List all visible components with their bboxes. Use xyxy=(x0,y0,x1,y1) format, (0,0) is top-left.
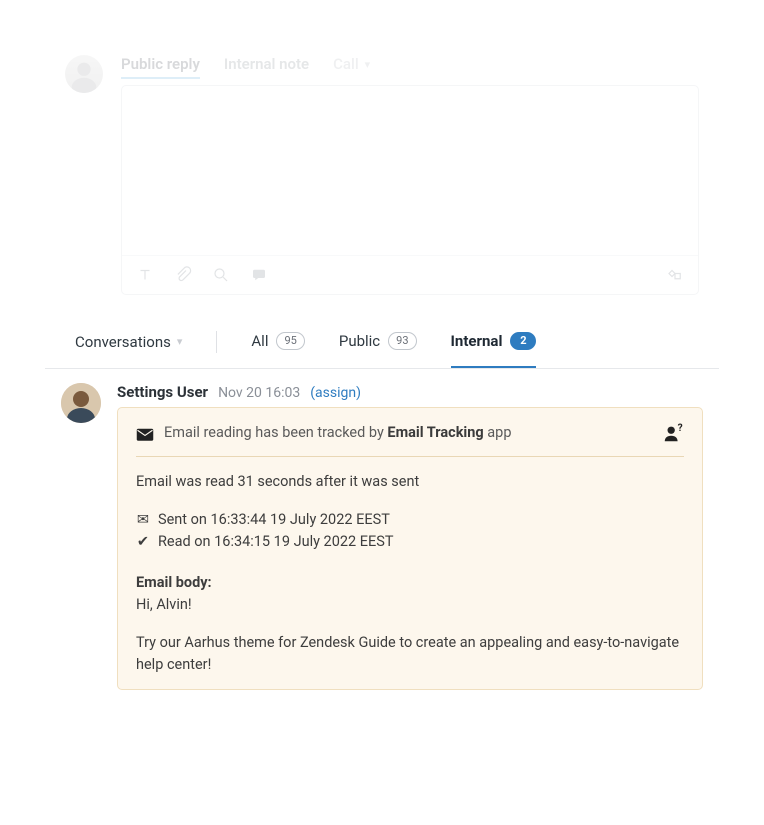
email-body-greeting: Hi, Alvin! xyxy=(136,594,684,616)
email-body-label: Email body: xyxy=(136,572,684,594)
internal-note: Email reading has been tracked by Email … xyxy=(117,407,703,690)
user-name: Settings User xyxy=(117,383,208,401)
apps-icon[interactable] xyxy=(666,266,684,284)
message-avatar xyxy=(61,383,101,423)
count-badge: 2 xyxy=(510,332,536,350)
search-icon[interactable] xyxy=(212,266,230,284)
attachment-icon[interactable] xyxy=(174,266,192,284)
tracking-text: Email reading has been tracked by Email … xyxy=(164,422,652,444)
compose-box[interactable] xyxy=(121,85,699,295)
read-line: ✔ Read on 16:34:15 19 July 2022 EEST xyxy=(136,531,684,553)
mail-icon xyxy=(136,426,154,440)
filter-tab-public[interactable]: Public 93 xyxy=(339,316,417,368)
conversation-filters: Conversations ▾ All 95 Public 93 Interna… xyxy=(45,315,719,369)
check-icon: ✔ xyxy=(136,531,150,553)
message-header: Settings User Nov 20 16:03 (assign) xyxy=(117,383,703,401)
tab-call[interactable]: Call ▾ xyxy=(333,55,370,79)
compose-area: Public reply Internal note Call ▾ xyxy=(45,45,719,315)
chevron-down-icon: ▾ xyxy=(177,335,183,348)
text-format-icon[interactable] xyxy=(136,266,154,284)
comment-icon[interactable] xyxy=(250,266,268,284)
composer-avatar xyxy=(65,55,103,93)
assign-link[interactable]: (assign) xyxy=(310,385,361,401)
filter-tab-internal[interactable]: Internal 2 xyxy=(451,316,537,368)
svg-text:?: ? xyxy=(678,423,683,434)
read-delay-text: Email was read 31 seconds after it was s… xyxy=(136,471,684,493)
compose-textarea[interactable] xyxy=(122,86,698,255)
compose-tabs: Public reply Internal note Call ▾ xyxy=(121,55,699,79)
tab-public-reply[interactable]: Public reply xyxy=(121,55,200,79)
divider xyxy=(216,331,217,353)
email-body-text: Try our Aarhus theme for Zendesk Guide t… xyxy=(136,632,684,676)
sent-line: ✉ Sent on 16:33:44 19 July 2022 EEST xyxy=(136,509,684,531)
count-badge: 93 xyxy=(388,332,416,350)
envelope-icon: ✉ xyxy=(136,509,150,531)
chevron-down-icon: ▾ xyxy=(365,58,371,71)
filter-tab-all[interactable]: All 95 xyxy=(251,316,304,368)
help-person-icon[interactable]: ? xyxy=(662,422,684,444)
conversations-dropdown[interactable]: Conversations ▾ xyxy=(75,333,182,351)
compose-toolbar xyxy=(122,255,698,294)
count-badge: 95 xyxy=(276,332,304,350)
message-thread: Settings User Nov 20 16:03 (assign) Emai… xyxy=(45,383,719,690)
message-timestamp: Nov 20 16:03 xyxy=(218,385,300,401)
tab-internal-note[interactable]: Internal note xyxy=(224,55,309,79)
